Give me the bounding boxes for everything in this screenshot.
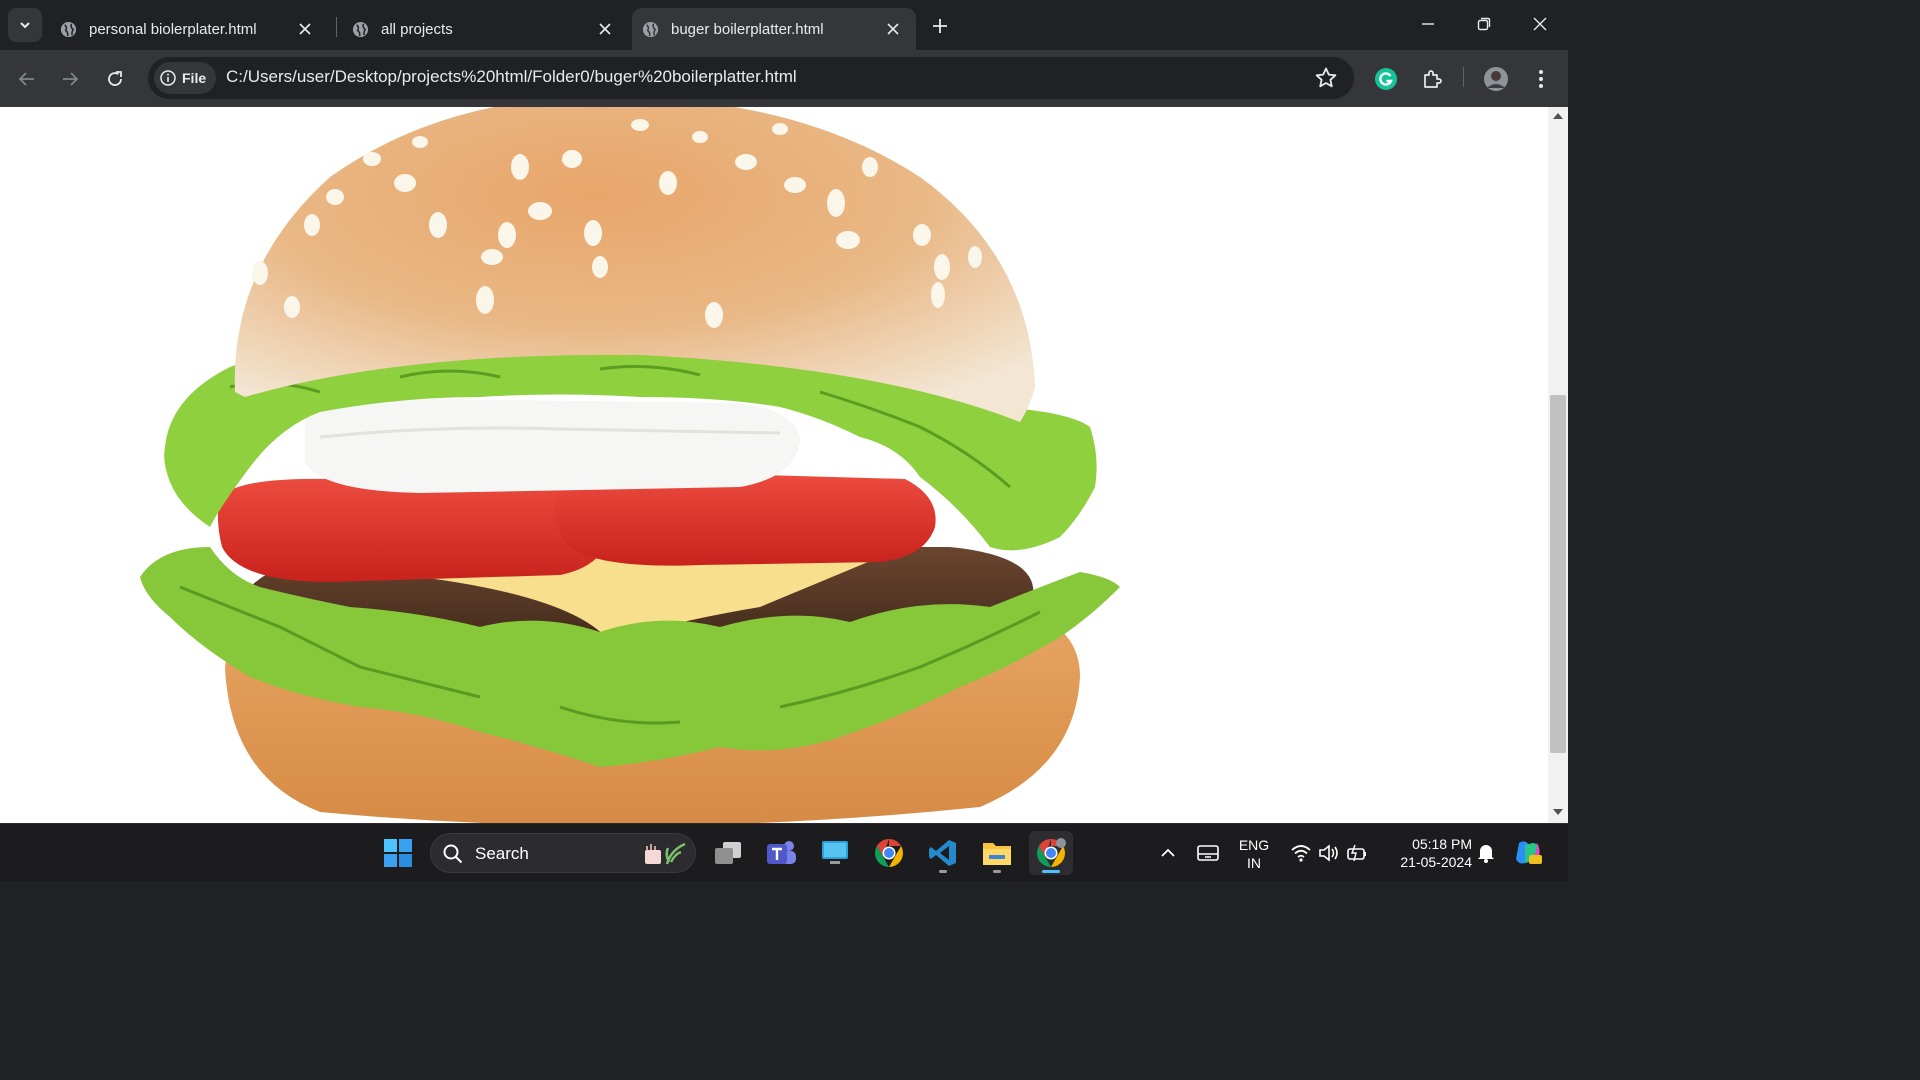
extensions-icon bbox=[1424, 70, 1442, 88]
menu-icon bbox=[1539, 70, 1543, 88]
keyboard-icon bbox=[1197, 845, 1219, 861]
wifi-icon bbox=[1291, 845, 1311, 862]
language-indicator[interactable]: ENG IN bbox=[1232, 836, 1276, 872]
globe-icon bbox=[642, 21, 659, 37]
minimize-icon bbox=[1422, 23, 1434, 25]
teams-icon bbox=[767, 841, 796, 864]
close-tab-icon[interactable] bbox=[882, 18, 904, 40]
close-window-button[interactable] bbox=[1512, 0, 1568, 48]
windows-taskbar: Search ENG IN 05:18 PM 21-05-2024 bbox=[0, 823, 1568, 882]
search-highlight-icon bbox=[645, 842, 686, 865]
tab-title: personal biolerplater.html bbox=[89, 20, 257, 38]
tab-title: all projects bbox=[381, 20, 453, 38]
profile-button[interactable] bbox=[1479, 62, 1513, 96]
close-tab-icon[interactable] bbox=[294, 18, 316, 40]
desktop-app-button[interactable] bbox=[813, 831, 857, 875]
grammarly-extension-button[interactable] bbox=[1369, 62, 1403, 96]
start-button[interactable] bbox=[376, 831, 420, 875]
restore-icon bbox=[1477, 17, 1491, 31]
restore-button[interactable] bbox=[1456, 0, 1512, 48]
clock-time: 05:18 PM bbox=[1412, 836, 1472, 852]
active-indicator bbox=[1042, 870, 1060, 873]
forward-icon bbox=[63, 72, 79, 86]
chrome-taskbar-button[interactable] bbox=[867, 831, 911, 875]
chrome-icon bbox=[875, 839, 903, 867]
touch-keyboard-button[interactable] bbox=[1188, 831, 1228, 875]
scrollbar-thumb[interactable] bbox=[1550, 395, 1566, 753]
chevron-up-icon bbox=[1161, 848, 1175, 857]
minimize-button[interactable] bbox=[1400, 0, 1456, 48]
scheme-label: File bbox=[182, 70, 207, 86]
close-tab-icon[interactable] bbox=[594, 18, 616, 40]
back-icon bbox=[18, 72, 34, 86]
info-icon bbox=[160, 70, 176, 86]
clock-date: 21-05-2024 bbox=[1400, 854, 1472, 870]
star-icon[interactable] bbox=[1314, 66, 1338, 90]
reload-button[interactable] bbox=[98, 62, 132, 96]
bell-icon bbox=[1478, 845, 1494, 863]
forward-button[interactable] bbox=[53, 62, 87, 96]
tab-title: buger boilerplatter.html bbox=[671, 20, 824, 38]
region-code: IN bbox=[1247, 855, 1261, 871]
vscode-icon bbox=[929, 840, 956, 866]
site-info-chip[interactable]: File bbox=[154, 62, 216, 94]
vscode-button[interactable] bbox=[921, 831, 965, 875]
vertical-scrollbar[interactable] bbox=[1548, 107, 1568, 823]
task-view-icon bbox=[715, 842, 741, 864]
tab-separator bbox=[336, 17, 337, 37]
volume-icon bbox=[1319, 844, 1338, 862]
running-indicator bbox=[939, 870, 947, 873]
task-view-button[interactable] bbox=[706, 831, 750, 875]
language-code: ENG bbox=[1238, 837, 1270, 853]
plus-icon bbox=[933, 19, 947, 33]
clock[interactable]: 05:18 PM 21-05-2024 bbox=[1384, 835, 1472, 871]
search-icon bbox=[443, 844, 463, 864]
globe-icon bbox=[60, 21, 77, 37]
new-tab-button[interactable] bbox=[926, 12, 954, 40]
copilot-icon bbox=[1516, 841, 1542, 864]
profile-avatar bbox=[1484, 67, 1508, 91]
extensions-button[interactable] bbox=[1415, 62, 1449, 96]
chrome-profile-taskbar-button[interactable] bbox=[1029, 831, 1073, 875]
tab-personal-biolerplater[interactable]: personal biolerplater.html bbox=[8, 8, 328, 50]
teams-button[interactable] bbox=[759, 831, 803, 875]
burger-image bbox=[140, 107, 1120, 823]
running-indicator bbox=[993, 870, 1001, 873]
copilot-button[interactable] bbox=[1508, 831, 1548, 875]
scroll-up-icon[interactable] bbox=[1552, 111, 1564, 121]
close-icon bbox=[1533, 17, 1547, 31]
back-button[interactable] bbox=[10, 62, 44, 96]
desktop-icon bbox=[822, 841, 848, 864]
tab-buger-boilerplatter[interactable]: buger boilerplatter.html bbox=[632, 8, 916, 50]
chrome-menu-button[interactable] bbox=[1524, 62, 1558, 96]
browser-toolbar: File C:/Users/user/Desktop/projects%20ht… bbox=[0, 50, 1568, 107]
url-text[interactable]: C:/Users/user/Desktop/projects%20html/Fo… bbox=[226, 67, 797, 87]
taskbar-search-box[interactable]: Search bbox=[430, 833, 696, 873]
scroll-down-icon[interactable] bbox=[1552, 807, 1564, 817]
grammarly-icon bbox=[1375, 68, 1397, 90]
start-icon bbox=[384, 839, 412, 867]
tab-all-projects[interactable]: all projects bbox=[338, 8, 628, 50]
file-explorer-button[interactable] bbox=[975, 831, 1019, 875]
battery-icon bbox=[1347, 844, 1366, 862]
page-viewport bbox=[0, 107, 1548, 823]
notifications-button[interactable] bbox=[1474, 831, 1498, 875]
globe-icon bbox=[352, 21, 369, 37]
quick-settings-button[interactable] bbox=[1284, 831, 1374, 875]
search-label: Search bbox=[475, 844, 529, 863]
address-bar[interactable]: File C:/Users/user/Desktop/projects%20ht… bbox=[148, 57, 1354, 99]
toolbar-separator bbox=[1463, 67, 1464, 87]
tab-strip: personal biolerplater.html all projects … bbox=[0, 0, 1568, 50]
show-hidden-icons-button[interactable] bbox=[1148, 831, 1188, 875]
file-explorer-icon bbox=[983, 843, 1011, 865]
reload-icon bbox=[108, 71, 122, 86]
chrome-profile-icon bbox=[1037, 838, 1066, 867]
